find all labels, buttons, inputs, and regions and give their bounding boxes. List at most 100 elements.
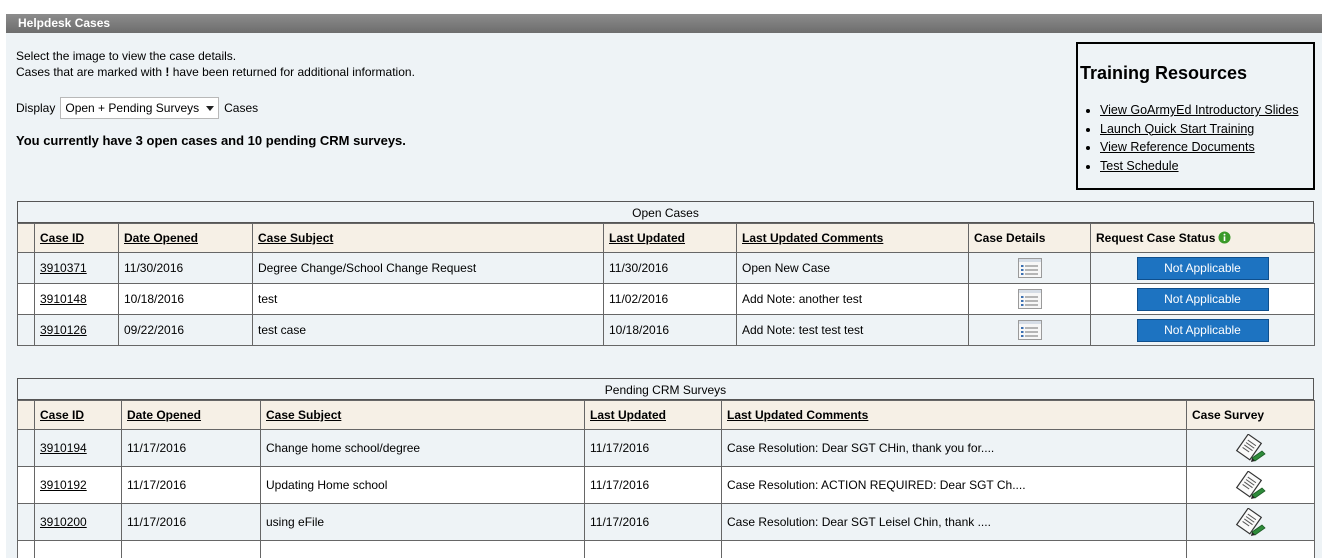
sort-last-updated[interactable]: Last Updated bbox=[590, 408, 666, 422]
date-opened-cell: 11/17/2016 bbox=[121, 466, 261, 504]
request-status-cell: Not Applicable bbox=[1090, 252, 1315, 284]
link-quick-start-training[interactable]: Launch Quick Start Training bbox=[1100, 122, 1254, 136]
date-opened-cell: 09/22/2016 bbox=[118, 314, 253, 346]
date-opened-cell: 10/18/2016 bbox=[118, 283, 253, 315]
case-details-cell bbox=[968, 283, 1091, 315]
case-subject-cell: using eFile bbox=[260, 503, 585, 541]
sort-case-subject[interactable]: Case Subject bbox=[258, 231, 333, 245]
helpdesk-panel: Helpdesk Cases Select the image to view … bbox=[6, 14, 1322, 558]
header-last-comments[interactable]: Last Updated Comments bbox=[721, 400, 1187, 430]
link-reference-documents[interactable]: View Reference Documents bbox=[1100, 140, 1255, 154]
display-select[interactable]: Open + Pending Surveys bbox=[60, 97, 220, 119]
header-date-opened[interactable]: Date Opened bbox=[118, 223, 253, 253]
date-opened-cell bbox=[121, 540, 261, 558]
display-select-value: Open + Pending Surveys bbox=[65, 101, 200, 115]
last-updated-cell: 11/17/2016 bbox=[584, 503, 722, 541]
last-updated-cell: 11/02/2016 bbox=[603, 283, 737, 315]
last-comments-cell: Case Resolution: Dear SGT CHin, thank yo… bbox=[721, 429, 1187, 467]
sort-last-comments[interactable]: Last Updated Comments bbox=[727, 408, 868, 422]
header-case-subject[interactable]: Case Subject bbox=[252, 223, 604, 253]
survey-pencil-icon[interactable] bbox=[1235, 471, 1267, 499]
link-introductory-slides[interactable]: View GoArmyEd Introductory Slides bbox=[1100, 103, 1298, 117]
last-updated-cell bbox=[584, 540, 722, 558]
training-link-item: View Reference Documents bbox=[1100, 138, 1313, 157]
last-updated-cell: 11/30/2016 bbox=[603, 252, 737, 284]
not-applicable-button[interactable]: Not Applicable bbox=[1136, 287, 1269, 311]
intro-text: Select the image to view the case detail… bbox=[16, 48, 415, 80]
case-id-cell: 3910126 bbox=[34, 314, 119, 346]
chevron-down-icon bbox=[206, 105, 215, 111]
sort-last-updated[interactable]: Last Updated bbox=[609, 231, 685, 245]
request-status-cell: Not Applicable bbox=[1090, 283, 1315, 315]
case-id-link[interactable]: 3910200 bbox=[40, 515, 87, 529]
case-id-link[interactable]: 3910148 bbox=[40, 292, 87, 306]
sort-case-subject[interactable]: Case Subject bbox=[266, 408, 341, 422]
pending-surveys-header-row: Case ID Date Opened Case Subject Last Up… bbox=[17, 400, 1315, 430]
case-id-link[interactable]: 3910371 bbox=[40, 261, 87, 275]
last-updated-cell: 10/18/2016 bbox=[603, 314, 737, 346]
open-cases-table: Case ID Date Opened Case Subject Last Up… bbox=[17, 223, 1315, 346]
info-icon[interactable] bbox=[1218, 231, 1231, 244]
case-id-cell: 3910194 bbox=[34, 429, 122, 467]
document-list-icon[interactable] bbox=[1017, 289, 1042, 309]
case-survey-cell bbox=[1186, 540, 1315, 558]
case-subject-cell: Change home school/degree bbox=[260, 429, 585, 467]
link-test-schedule[interactable]: Test Schedule bbox=[1100, 159, 1179, 173]
not-applicable-button[interactable]: Not Applicable bbox=[1136, 256, 1269, 280]
case-subject-cell: test bbox=[252, 283, 604, 315]
case-id-cell bbox=[34, 540, 122, 558]
date-opened-cell: 11/17/2016 bbox=[121, 429, 261, 467]
case-id-cell: 3910148 bbox=[34, 283, 119, 315]
case-id-link[interactable]: 3910194 bbox=[40, 441, 87, 455]
case-survey-cell bbox=[1186, 503, 1315, 541]
survey-pencil-icon[interactable] bbox=[1235, 434, 1267, 462]
case-id-link[interactable]: 3910126 bbox=[40, 323, 87, 337]
survey-row: 3910200 11/17/2016 using eFile 11/17/201… bbox=[17, 503, 1315, 541]
header-case-id[interactable]: Case ID bbox=[34, 400, 122, 430]
case-subject-cell: Updating Home school bbox=[260, 466, 585, 504]
training-link-item: Test Schedule bbox=[1100, 157, 1313, 176]
header-last-updated[interactable]: Last Updated bbox=[603, 223, 737, 253]
header-last-comments[interactable]: Last Updated Comments bbox=[736, 223, 969, 253]
document-list-icon[interactable] bbox=[1017, 320, 1042, 340]
case-id-link[interactable]: 3910192 bbox=[40, 478, 87, 492]
row-stub bbox=[17, 283, 35, 315]
intro-line-1: Select the image to view the case detail… bbox=[16, 49, 237, 63]
sort-last-comments[interactable]: Last Updated Comments bbox=[742, 231, 883, 245]
document-list-icon[interactable] bbox=[1017, 258, 1042, 278]
header-stub bbox=[17, 400, 35, 430]
open-case-row: 3910371 11/30/2016 Degree Change/School … bbox=[17, 252, 1315, 284]
last-comments-cell bbox=[721, 540, 1187, 558]
case-id-cell: 3910371 bbox=[34, 252, 119, 284]
survey-pencil-icon[interactable] bbox=[1235, 508, 1267, 536]
last-comments-cell: Case Resolution: Dear SGT Leisel Chin, t… bbox=[721, 503, 1187, 541]
case-subject-cell: test case bbox=[252, 314, 604, 346]
row-stub bbox=[17, 466, 35, 504]
training-link-item: Launch Quick Start Training bbox=[1100, 120, 1313, 139]
date-opened-cell: 11/17/2016 bbox=[121, 503, 261, 541]
header-case-subject[interactable]: Case Subject bbox=[260, 400, 585, 430]
training-link-item: View GoArmyEd Introductory Slides bbox=[1100, 101, 1313, 120]
sort-case-id[interactable]: Case ID bbox=[40, 408, 84, 422]
header-date-opened[interactable]: Date Opened bbox=[121, 400, 261, 430]
sort-case-id[interactable]: Case ID bbox=[40, 231, 84, 245]
case-survey-cell bbox=[1186, 429, 1315, 467]
not-applicable-button[interactable]: Not Applicable bbox=[1136, 318, 1269, 342]
case-subject-cell: Degree Change/School Change Request bbox=[252, 252, 604, 284]
case-details-cell bbox=[968, 314, 1091, 346]
sort-date-opened[interactable]: Date Opened bbox=[127, 408, 201, 422]
last-comments-cell: Case Resolution: ACTION REQUIRED: Dear S… bbox=[721, 466, 1187, 504]
last-comments-cell: Open New Case bbox=[736, 252, 969, 284]
open-case-row: 3910126 09/22/2016 test case 10/18/2016 … bbox=[17, 314, 1315, 346]
training-resources: Training Resources View GoArmyEd Introdu… bbox=[1076, 42, 1315, 190]
sort-date-opened[interactable]: Date Opened bbox=[124, 231, 198, 245]
survey-row: 3910194 11/17/2016 Change home school/de… bbox=[17, 429, 1315, 467]
header-case-id[interactable]: Case ID bbox=[34, 223, 119, 253]
case-summary: You currently have 3 open cases and 10 p… bbox=[16, 133, 406, 148]
row-stub bbox=[17, 429, 35, 467]
case-id-cell: 3910192 bbox=[34, 466, 122, 504]
open-case-row: 3910148 10/18/2016 test 11/02/2016 Add N… bbox=[17, 283, 1315, 315]
header-case-details: Case Details bbox=[968, 223, 1091, 253]
row-stub bbox=[17, 314, 35, 346]
header-last-updated[interactable]: Last Updated bbox=[584, 400, 722, 430]
